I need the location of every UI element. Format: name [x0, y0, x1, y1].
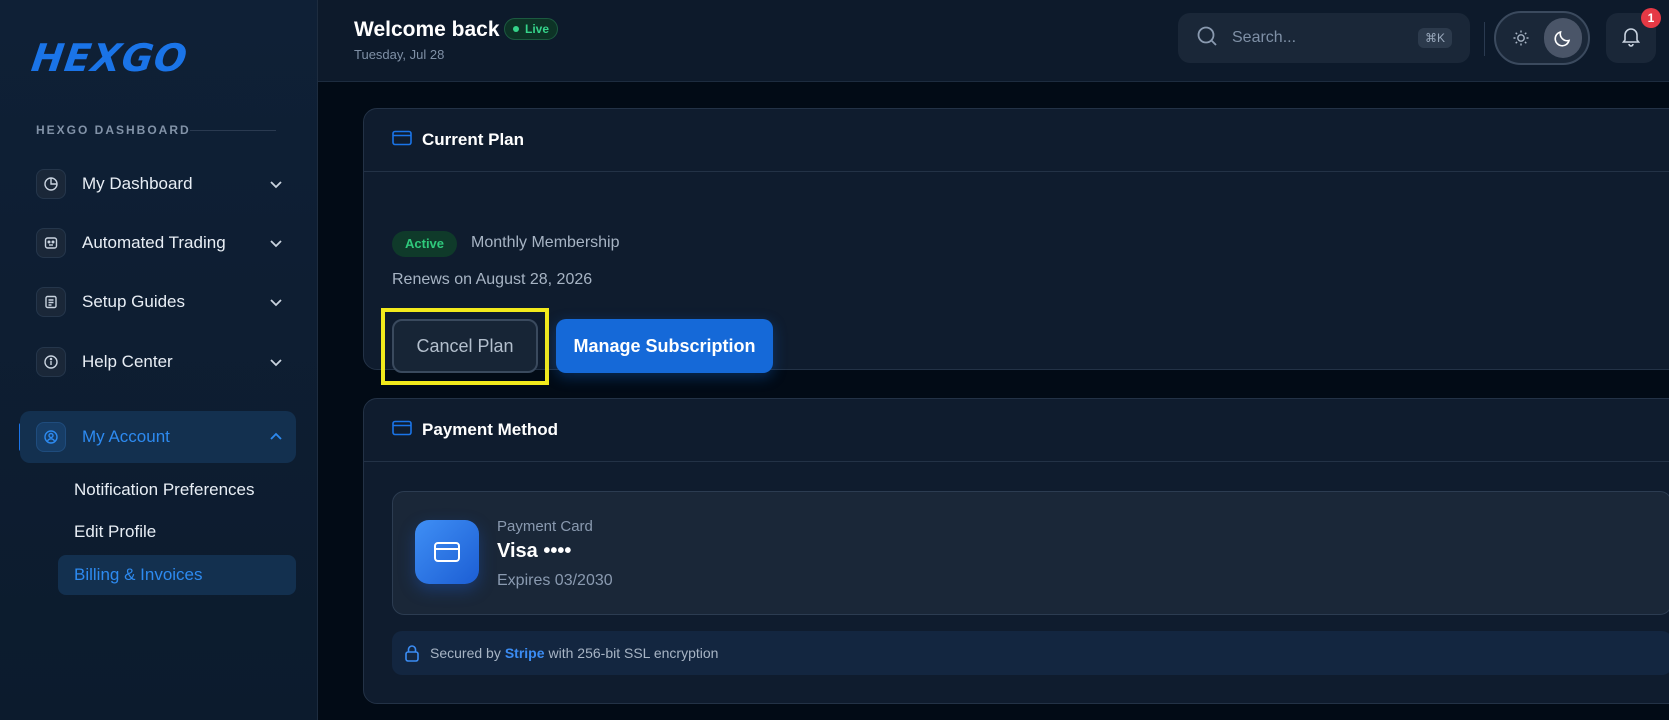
chevron-down-icon[interactable]	[256, 355, 296, 369]
security-notice: Secured by Stripe with 256-bit SSL encry…	[392, 631, 1669, 675]
payment-card-item[interactable]: Payment Card Visa •••• Expires 03/2030	[392, 491, 1669, 615]
sidebar-section-label: HEXGO DASHBOARD	[36, 123, 191, 137]
sidebar-item-my-account[interactable]: My Account	[20, 411, 296, 463]
sidebar-item-label: Setup Guides	[82, 292, 186, 311]
current-date: Tuesday, Jul 28	[354, 47, 445, 62]
sidebar-item-label: Automated Trading	[82, 233, 226, 252]
search-bar[interactable]: Search... ⌘K	[1178, 13, 1470, 63]
payment-card-name: Visa ••••	[497, 540, 572, 562]
sidebar: HEXGO HEXGO DASHBOARD My Dashboard Autom…	[0, 0, 318, 720]
sun-icon[interactable]	[1502, 18, 1540, 58]
chevron-up-icon[interactable]	[256, 430, 296, 444]
cancel-plan-button[interactable]: Cancel Plan	[392, 319, 538, 373]
sidebar-subitem-notification-preferences[interactable]: Notification Preferences	[58, 470, 296, 510]
sidebar-item-label: My Account	[82, 427, 170, 446]
card-header: Payment Method	[364, 399, 1669, 462]
logo[interactable]: HEXGO	[29, 36, 191, 80]
sidebar-item-my-dashboard[interactable]: My Dashboard	[20, 158, 296, 210]
renewal-date: Renews on August 28, 2026	[392, 271, 593, 288]
sidebar-subitem-billing-invoices[interactable]: Billing & Invoices	[58, 555, 296, 595]
sidebar-item-automated-trading[interactable]: Automated Trading	[20, 217, 296, 269]
moon-icon[interactable]	[1544, 18, 1582, 58]
top-header: Welcome back Live Tuesday, Jul 28 Search…	[318, 0, 1669, 82]
document-icon	[36, 287, 66, 317]
search-input[interactable]: Search...	[1232, 29, 1418, 47]
page-title: Welcome back	[354, 18, 500, 41]
security-text-prefix: Secured by	[430, 645, 501, 661]
theme-toggle[interactable]	[1494, 11, 1590, 65]
credit-card-icon	[392, 130, 412, 151]
header-divider	[1484, 22, 1485, 56]
bot-icon	[36, 228, 66, 258]
plan-name: Monthly Membership	[471, 234, 620, 251]
payment-method-card: Payment Method Payment Card Visa •••• Ex…	[363, 398, 1669, 704]
user-circle-icon	[36, 422, 66, 452]
search-icon	[1196, 25, 1218, 52]
info-icon	[36, 347, 66, 377]
lock-icon	[404, 644, 420, 662]
manage-subscription-button[interactable]: Manage Subscription	[556, 319, 773, 373]
sidebar-item-label: Help Center	[82, 352, 173, 371]
chevron-down-icon[interactable]	[256, 177, 296, 191]
sidebar-subitem-edit-profile[interactable]: Edit Profile	[58, 512, 296, 552]
pie-chart-icon	[36, 169, 66, 199]
card-header: Current Plan	[364, 109, 1669, 172]
status-badge: Active	[392, 231, 458, 257]
credit-card-icon	[415, 520, 479, 584]
current-plan-card: Current Plan Active Monthly Membership R…	[363, 108, 1669, 385]
search-shortcut: ⌘K	[1417, 28, 1452, 48]
sidebar-item-help-center[interactable]: Help Center	[20, 336, 296, 388]
live-status-badge: Live	[504, 18, 559, 40]
sidebar-item-label: My Dashboard	[82, 174, 193, 193]
section-divider	[190, 130, 276, 131]
payment-card-expiry: Expires 03/2030	[497, 572, 613, 589]
stripe-link[interactable]: Stripe	[505, 645, 545, 661]
security-text-suffix: with 256-bit SSL encryption	[548, 645, 719, 661]
notification-count-badge: 1	[1641, 8, 1661, 28]
card-title: Current Plan	[422, 130, 525, 149]
sidebar-item-setup-guides[interactable]: Setup Guides	[20, 276, 296, 328]
chevron-down-icon[interactable]	[256, 295, 296, 309]
bell-icon	[1620, 25, 1642, 52]
credit-card-icon	[392, 420, 412, 441]
payment-card-label: Payment Card	[497, 518, 593, 535]
card-title: Payment Method	[422, 420, 559, 439]
chevron-down-icon[interactable]	[256, 236, 296, 250]
